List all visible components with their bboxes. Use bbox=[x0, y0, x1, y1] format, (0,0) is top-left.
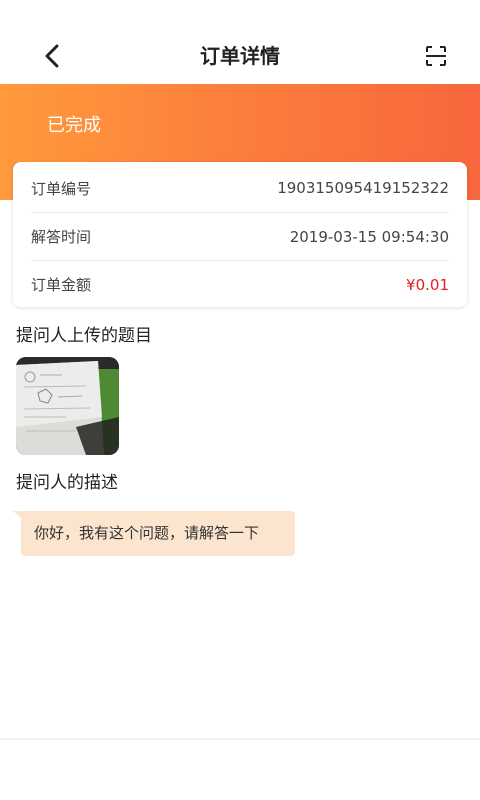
order-status: 已完成 bbox=[47, 115, 101, 136]
question-photo-image bbox=[16, 357, 119, 455]
scan-icon bbox=[426, 46, 446, 66]
answer-time-value: 2019-03-15 09:54:30 bbox=[289, 227, 449, 246]
description-heading: 提问人的描述 bbox=[16, 473, 118, 493]
order-number-value: 19031509541915232​2 bbox=[277, 179, 449, 197]
order-number-label: 订单编号 bbox=[31, 179, 92, 198]
scan-button[interactable] bbox=[422, 42, 450, 70]
uploaded-question-heading: 提问人上传的题目 bbox=[16, 326, 152, 346]
top-bar: 订单详情 bbox=[0, 0, 480, 84]
answer-time-label: 解答时间 bbox=[31, 228, 92, 246]
answer-time-row: 解答时间 2019-03-15 09:54:30 bbox=[31, 212, 449, 260]
order-amount-label: 订单金额 bbox=[31, 276, 92, 294]
order-amount-row: 订单金额 ¥0.01 bbox=[31, 260, 449, 308]
question-image-thumbnail[interactable] bbox=[16, 357, 119, 455]
page-title: 订单详情 bbox=[200, 44, 280, 68]
order-number-row: 订单编号 19031509541915232​2 bbox=[31, 164, 449, 212]
order-info-card: 订单编号 19031509541915232​2 解答时间 2019-03-15… bbox=[13, 162, 467, 307]
order-amount-value: ¥0.01 bbox=[406, 275, 449, 294]
bottom-divider bbox=[0, 738, 480, 740]
description-bubble: 你好，我有这个问题，请解答一下 bbox=[21, 511, 295, 556]
